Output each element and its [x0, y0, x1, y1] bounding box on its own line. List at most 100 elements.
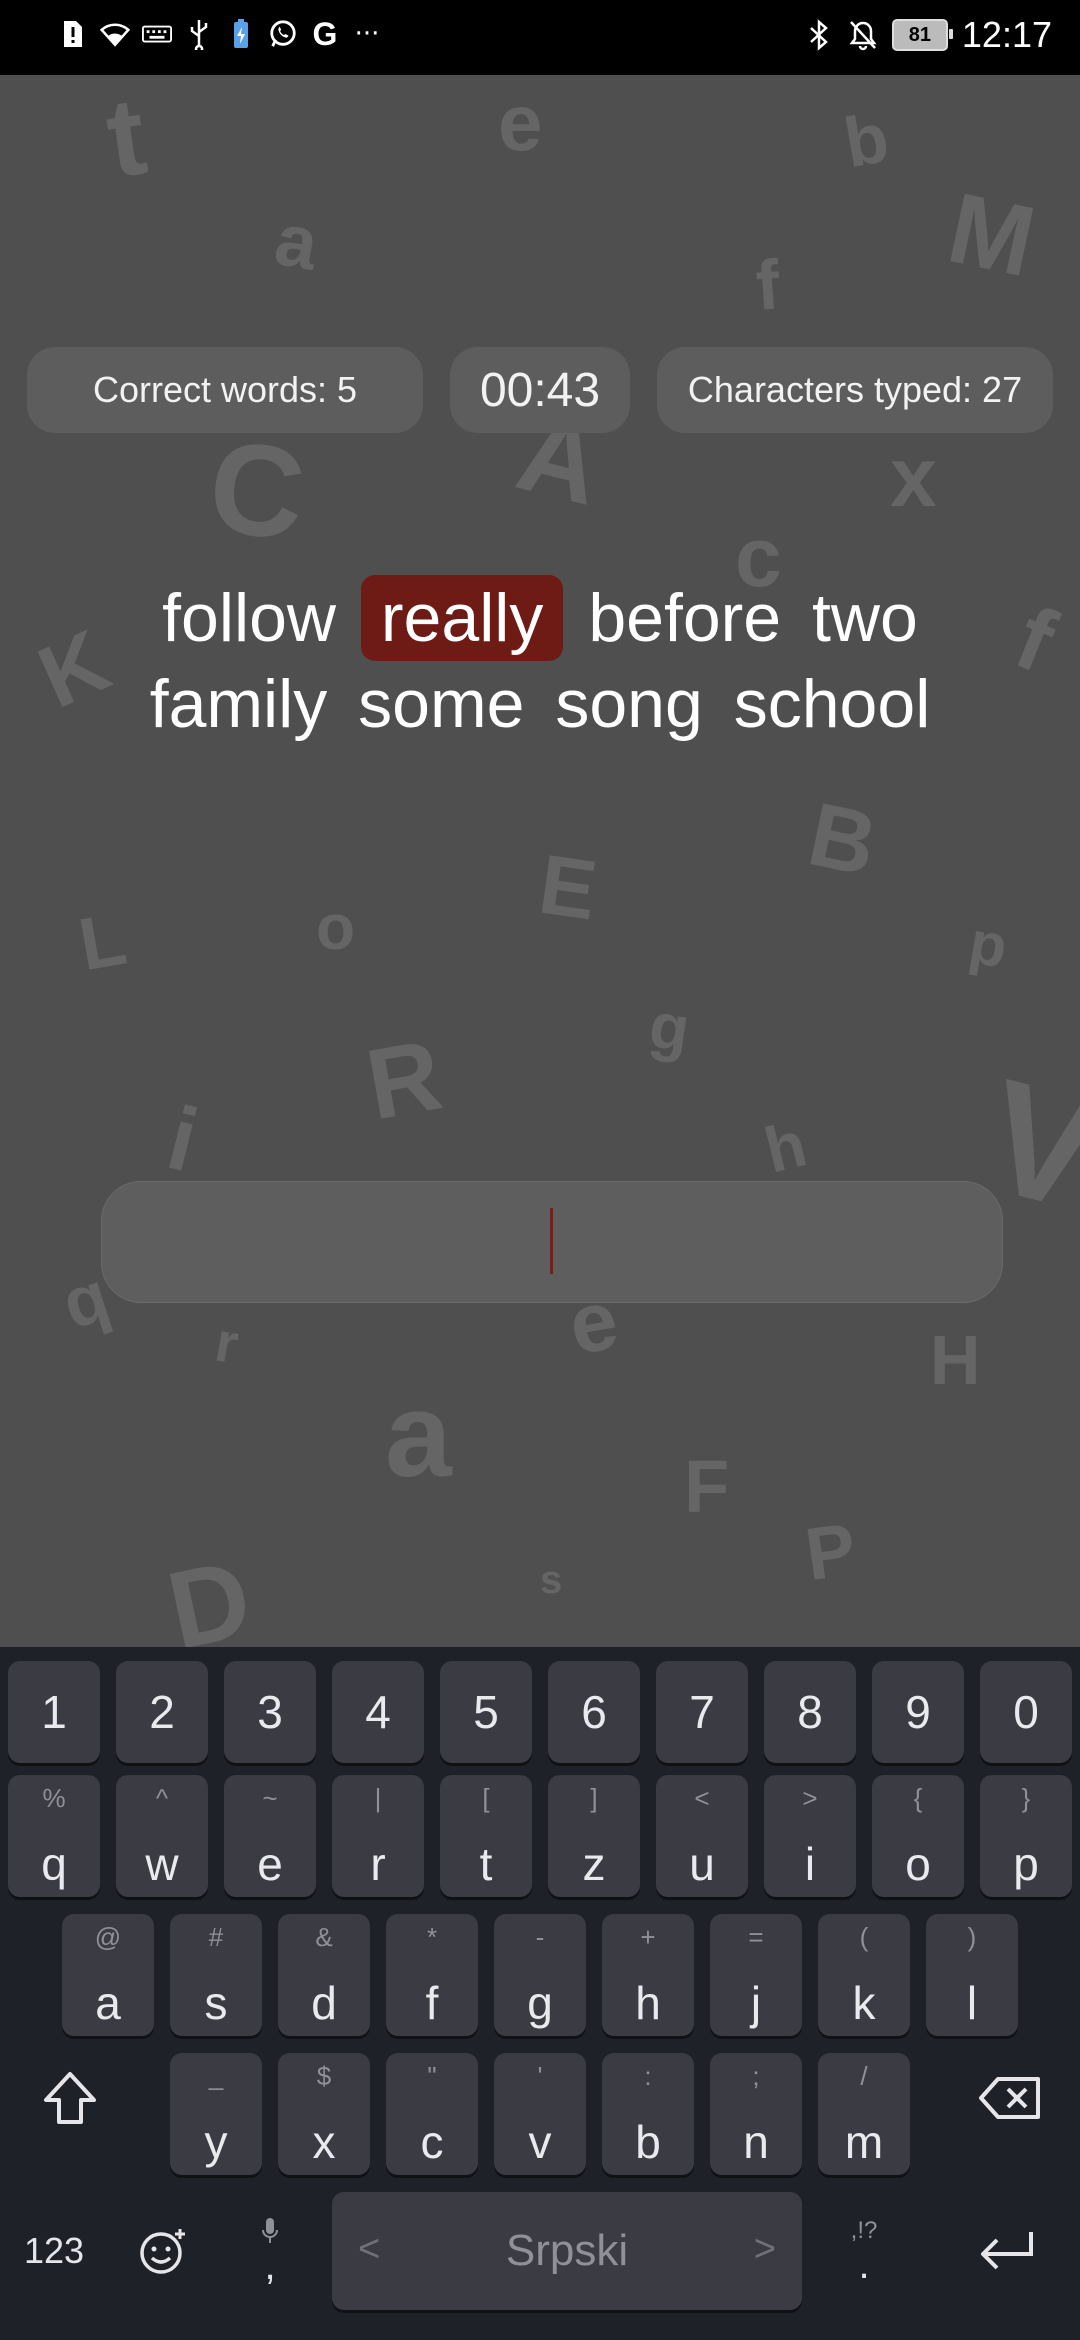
key-label: q — [41, 1838, 67, 1890]
key-label: z — [582, 1838, 606, 1890]
key-x[interactable]: $ x — [278, 2053, 370, 2175]
key-r[interactable]: | r — [332, 1775, 424, 1897]
key-c[interactable]: " c — [386, 2053, 478, 2175]
key-4[interactable]: 4 — [332, 1661, 424, 1763]
key-t[interactable]: [t — [440, 1775, 532, 1897]
comma-key[interactable]: , — [228, 2192, 312, 2310]
key-u[interactable]: < u — [656, 1775, 748, 1897]
key-k[interactable]: (k — [818, 1914, 910, 2036]
key-2[interactable]: 2 — [116, 1661, 208, 1763]
key-9[interactable]: 9 — [872, 1661, 964, 1763]
period-hint: ,!? — [850, 2217, 878, 2244]
key-j[interactable]: = j — [710, 1914, 802, 2036]
period-key[interactable]: ,!? . — [822, 2192, 906, 2310]
key-label: 3 — [257, 1686, 283, 1738]
key-h[interactable]: + h — [602, 1914, 694, 2036]
key-3[interactable]: 3 — [224, 1661, 316, 1763]
typing-input[interactable] — [101, 1181, 1003, 1303]
space-language-label: Srpski — [505, 2226, 629, 2275]
word: family — [149, 666, 328, 742]
key-e[interactable]: ~ e — [224, 1775, 316, 1897]
word: two — [812, 580, 918, 656]
key-0[interactable]: 0 — [980, 1661, 1072, 1763]
comma-label: , — [264, 2244, 276, 2288]
key-label: c — [420, 2116, 444, 2168]
key-7[interactable]: 7 — [656, 1661, 748, 1763]
key-label: d — [311, 1977, 337, 2029]
key-q[interactable]: % q — [8, 1775, 100, 1897]
key-secondary-label: + — [640, 1922, 656, 1952]
status-left-icons: G ··· — [58, 16, 382, 52]
word: song — [555, 666, 703, 742]
enter-icon — [981, 2232, 1033, 2270]
key-label: a — [95, 1977, 121, 2029]
key-secondary-label: - — [535, 1922, 545, 1952]
key-label: m — [844, 2116, 884, 2168]
key-secondary-label: * — [426, 1922, 438, 1952]
key-secondary-label: = — [748, 1922, 764, 1952]
key-secondary-label: # — [208, 1922, 224, 1952]
key-label: p — [1013, 1838, 1039, 1890]
microphone-icon — [262, 2218, 278, 2243]
key-d[interactable]: & d — [278, 1914, 370, 2036]
key-secondary-label: / — [860, 2061, 868, 2091]
battery-saver-icon — [226, 16, 256, 52]
key-6[interactable]: 6 — [548, 1661, 640, 1763]
key-label: g — [527, 1977, 553, 2029]
period-label: . — [858, 2243, 870, 2287]
keyboard-icon — [142, 16, 172, 52]
key-secondary-label: $ — [316, 2061, 332, 2091]
emoji-key[interactable] — [120, 2192, 206, 2310]
key-l[interactable]: ) l — [926, 1914, 1018, 2036]
key-y[interactable]: _ y — [170, 2053, 262, 2175]
space-key[interactable]: < Srpski > — [332, 2192, 802, 2310]
key-label: f — [425, 1977, 439, 2029]
key-label: 0 — [1013, 1686, 1039, 1738]
typing-game-area: t e b M a f C A x c f K B E L o p g R i … — [0, 75, 1080, 1647]
key-label: 6 — [581, 1686, 607, 1738]
key-5[interactable]: 5 — [440, 1661, 532, 1763]
whatsapp-icon — [268, 16, 298, 52]
key-label: k — [852, 1977, 876, 2029]
backspace-key[interactable] — [960, 2037, 1060, 2159]
key-o[interactable]: {o — [872, 1775, 964, 1897]
soft-keyboard: 1 2 3 4 5 6 7 8 9 0% q ^ w ~ e | r[t] z < u > i{o} p @ a # s & d * f - g… — [0, 1647, 1080, 2340]
key-g[interactable]: -g — [494, 1914, 586, 2036]
key-label: r — [370, 1838, 386, 1890]
key-1[interactable]: 1 — [8, 1661, 100, 1763]
key-a[interactable]: @ a — [62, 1914, 154, 2036]
key-secondary-label: < — [694, 1783, 710, 1813]
characters-typed-counter: Characters typed: 27 — [657, 347, 1053, 433]
key-label: 1 — [41, 1686, 67, 1738]
key-secondary-label: @ — [94, 1922, 122, 1952]
clock: 12:17 — [961, 14, 1052, 55]
key-p[interactable]: } p — [980, 1775, 1072, 1897]
key-b[interactable]: :b — [602, 2053, 694, 2175]
key-label: u — [689, 1838, 715, 1890]
key-secondary-label: { — [913, 1783, 923, 1813]
key-label: h — [635, 1977, 661, 2029]
key-secondary-label: " — [427, 2061, 437, 2091]
google-icon: G — [312, 15, 338, 52]
key-w[interactable]: ^ w — [116, 1775, 208, 1897]
symbols-key[interactable]: 123 — [12, 2192, 96, 2310]
shift-key[interactable] — [22, 2037, 118, 2159]
key-z[interactable]: ] z — [548, 1775, 640, 1897]
key-n[interactable]: ; n — [710, 2053, 802, 2175]
key-f[interactable]: * f — [386, 1914, 478, 2036]
key-i[interactable]: > i — [764, 1775, 856, 1897]
key-secondary-label: ^ — [155, 1783, 169, 1813]
word: before — [588, 580, 782, 656]
text-caret — [550, 1208, 553, 1274]
enter-key[interactable] — [952, 2192, 1062, 2310]
key-label: o — [905, 1838, 931, 1890]
key-v[interactable]: ' v — [494, 2053, 586, 2175]
key-8[interactable]: 8 — [764, 1661, 856, 1763]
key-label: y — [204, 2116, 228, 2168]
key-secondary-label: _ — [208, 2061, 224, 2091]
key-s[interactable]: # s — [170, 1914, 262, 2036]
key-m[interactable]: / m — [818, 2053, 910, 2175]
key-secondary-label: [ — [482, 1783, 490, 1813]
word: follow — [162, 580, 336, 656]
key-secondary-label: > — [802, 1783, 818, 1813]
